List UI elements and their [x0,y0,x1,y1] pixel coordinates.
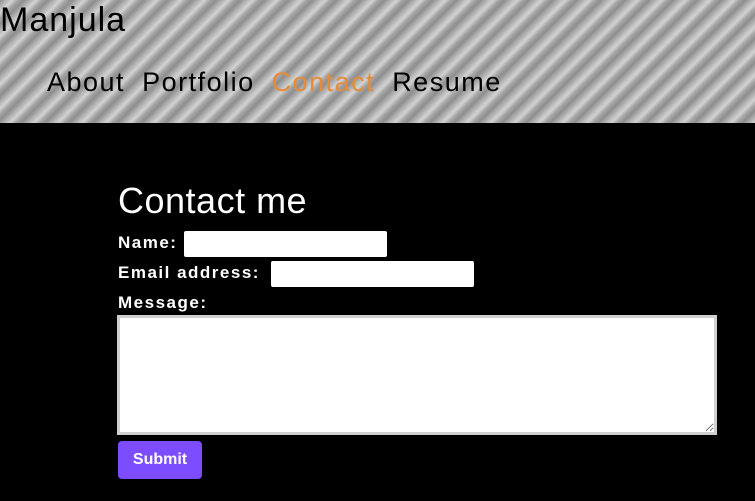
site-header: Manjula About Portfolio Contact Resume [0,0,755,123]
nav-item-about[interactable]: About [47,66,125,98]
nav-item-portfolio[interactable]: Portfolio [142,66,255,98]
name-label: Name: [118,233,178,252]
nav-item-contact[interactable]: Contact [272,66,376,98]
email-label: Email address: [118,263,260,282]
message-textarea[interactable] [117,315,717,435]
submit-button[interactable]: Submit [118,441,202,479]
nav-item-resume[interactable]: Resume [392,66,502,98]
email-input[interactable] [271,261,474,287]
contact-heading: Contact me [118,180,308,221]
contact-section: Contact me Name: Email address: Message:… [0,123,755,501]
main-nav: About Portfolio Contact Resume [47,66,519,98]
message-label: Message: [118,293,208,312]
name-input[interactable] [184,231,387,257]
site-title: Manjula [0,1,127,39]
